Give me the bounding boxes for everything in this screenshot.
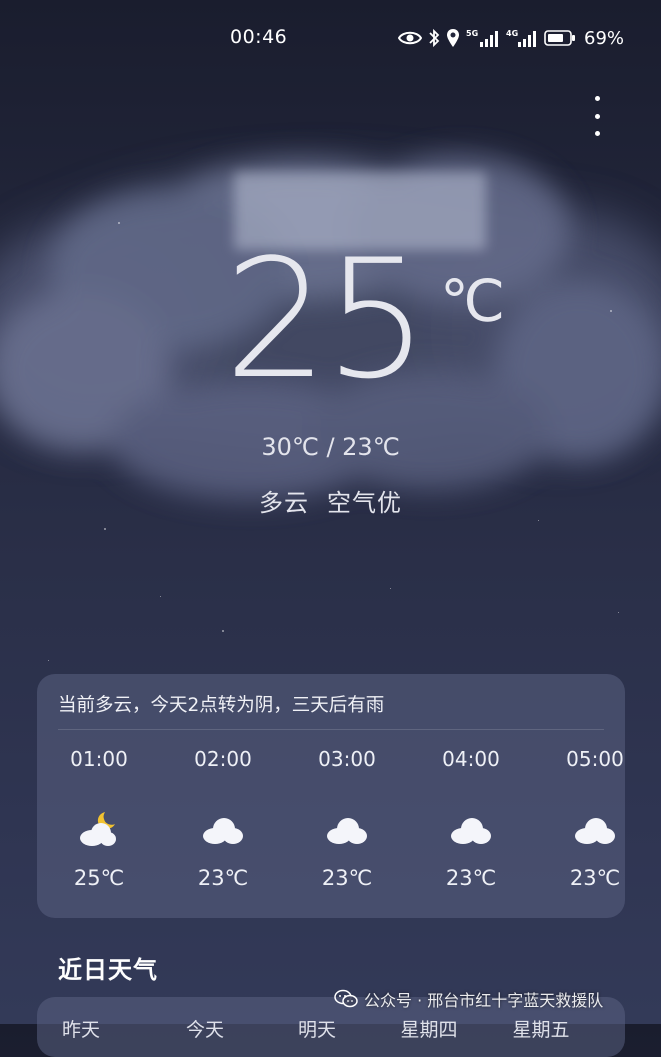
hourly-item[interactable]: 02:00 23℃ bbox=[183, 746, 263, 890]
eye-icon bbox=[398, 31, 422, 45]
daily-tab-tomorrow[interactable]: 明天 bbox=[272, 1015, 362, 1042]
air-quality: 空气优 bbox=[327, 489, 402, 517]
hour-temperature: 23℃ bbox=[321, 866, 373, 890]
battery-percent: 69% bbox=[584, 27, 625, 49]
hour-time: 01:00 bbox=[70, 747, 128, 771]
hourly-item[interactable]: 03:00 23℃ bbox=[307, 746, 387, 890]
network-label-5g: 5G bbox=[466, 29, 478, 38]
temperature-unit: ℃ bbox=[440, 267, 506, 335]
watermark: 公众号 · 邢台市红十字蓝天救援队 bbox=[334, 986, 603, 1012]
weather-condition: 多云 bbox=[259, 489, 309, 517]
wechat-icon bbox=[334, 989, 358, 1008]
daily-tab-thursday[interactable]: 星期四 bbox=[384, 1015, 474, 1042]
status-icons: 5G 4G 69% bbox=[398, 24, 624, 52]
hour-time: 05:00 bbox=[566, 747, 624, 771]
forecast-summary: 当前多云，今天2点转为阴，三天后有雨 bbox=[58, 695, 385, 716]
hourly-item[interactable]: 05:00 23℃ bbox=[555, 746, 625, 890]
cloud-icon bbox=[327, 818, 367, 844]
hour-temperature: 23℃ bbox=[569, 866, 621, 890]
hour-temperature: 23℃ bbox=[197, 866, 249, 890]
daily-tab-friday[interactable]: 星期五 bbox=[496, 1015, 586, 1042]
hourly-forecast-card[interactable]: 当前多云，今天2点转为阴，三天后有雨 01:00 25℃ 02:00 23℃ 0… bbox=[37, 674, 625, 918]
location-icon bbox=[447, 29, 459, 47]
hour-temperature: 25℃ bbox=[73, 866, 125, 890]
daily-tab-today[interactable]: 今天 bbox=[160, 1015, 250, 1042]
network-label-4g: 4G bbox=[506, 29, 518, 38]
bluetooth-icon bbox=[429, 28, 440, 48]
status-bar: 00:46 5G 4G 69% bbox=[0, 0, 661, 76]
more-dot-icon bbox=[594, 96, 600, 101]
hour-time: 04:00 bbox=[442, 747, 500, 771]
cloud-icon bbox=[575, 818, 615, 844]
hourly-item[interactable]: 04:00 23℃ bbox=[431, 746, 511, 890]
hour-temperature: 23℃ bbox=[445, 866, 497, 890]
watermark-text: 公众号 · 邢台市红十字蓝天救援队 bbox=[364, 991, 604, 1010]
signal-4g-icon: 4G bbox=[506, 29, 536, 47]
more-dot-icon bbox=[594, 113, 600, 119]
condition-line[interactable]: 多云 空气优 bbox=[0, 483, 661, 518]
moon-cloud-icon bbox=[80, 812, 116, 846]
cloud-icon bbox=[451, 818, 491, 844]
daily-weather-title: 近日天气 bbox=[58, 956, 158, 984]
current-temperature: 25 bbox=[224, 224, 429, 415]
status-time: 00:46 bbox=[230, 26, 288, 48]
hour-time: 02:00 bbox=[194, 747, 252, 771]
temperature-range: 30℃ / 23℃ bbox=[261, 433, 400, 461]
signal-5g-icon: 5G bbox=[466, 29, 498, 47]
more-options-button[interactable] bbox=[585, 94, 609, 138]
divider bbox=[58, 729, 604, 730]
battery-icon bbox=[544, 30, 575, 46]
more-dot-icon bbox=[594, 131, 600, 136]
hourly-item[interactable]: 01:00 25℃ bbox=[59, 746, 139, 890]
cloud-icon bbox=[203, 818, 243, 844]
hour-time: 03:00 bbox=[318, 747, 376, 771]
daily-tab-yesterday[interactable]: 昨天 bbox=[37, 1015, 126, 1042]
